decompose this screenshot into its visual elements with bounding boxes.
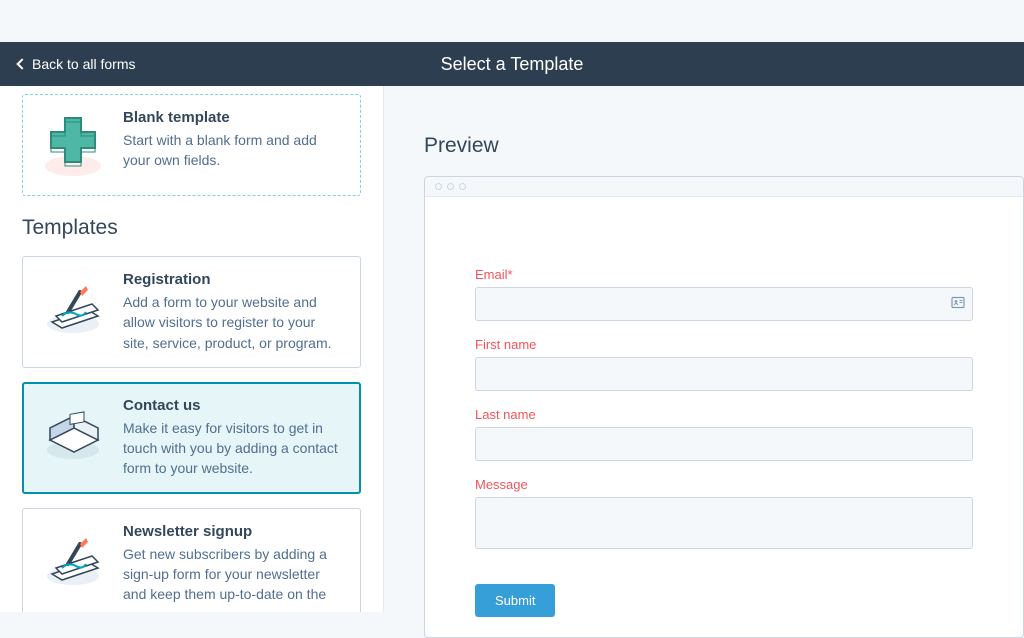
template-desc: Make it easy for visitors to get in touc… bbox=[123, 418, 344, 479]
template-card-contact-us[interactable]: Contact us Make it easy for visitors to … bbox=[22, 382, 361, 494]
template-title: Newsletter signup bbox=[123, 523, 344, 540]
browser-bar bbox=[425, 177, 1023, 197]
template-list-pane: Blank template Start with a blank form a… bbox=[0, 86, 384, 612]
chevron-left-icon bbox=[16, 58, 27, 69]
label-lastname: Last name bbox=[475, 407, 973, 422]
preview-title: Preview bbox=[424, 134, 1024, 158]
template-desc: Get new subscribers by adding a sign-up … bbox=[123, 544, 344, 605]
window-dot-icon bbox=[435, 183, 442, 190]
label-message: Message bbox=[475, 477, 973, 492]
contact-card-icon bbox=[951, 296, 965, 313]
blank-template-desc: Start with a blank form and add your own… bbox=[123, 130, 344, 171]
back-to-forms-link[interactable]: Back to all forms bbox=[0, 56, 135, 72]
field-email: Email* bbox=[475, 267, 973, 321]
field-firstname: First name bbox=[475, 337, 973, 391]
input-lastname[interactable] bbox=[475, 427, 973, 461]
field-message: Message bbox=[475, 477, 973, 554]
input-firstname[interactable] bbox=[475, 357, 973, 391]
window-dot-icon bbox=[447, 183, 454, 190]
template-card-registration[interactable]: Registration Add a form to your website … bbox=[22, 256, 361, 368]
main-layout: Blank template Start with a blank form a… bbox=[0, 86, 1024, 612]
blank-template-icon bbox=[37, 109, 109, 181]
preview-pane: Preview Email* First bbox=[384, 86, 1024, 612]
label-email: Email* bbox=[475, 267, 973, 282]
submit-button[interactable]: Submit bbox=[475, 584, 555, 617]
label-firstname: First name bbox=[475, 337, 973, 352]
contact-us-icon bbox=[37, 397, 109, 469]
preview-browser-frame: Email* First name Last name bbox=[424, 176, 1024, 638]
input-message[interactable] bbox=[475, 497, 973, 549]
blank-template-title: Blank template bbox=[123, 109, 344, 126]
page-title: Select a Template bbox=[441, 54, 584, 75]
blank-template-card[interactable]: Blank template Start with a blank form a… bbox=[22, 94, 361, 196]
template-title: Registration bbox=[123, 271, 344, 288]
newsletter-icon bbox=[37, 523, 109, 595]
header-bar: Back to all forms Select a Template bbox=[0, 42, 1024, 86]
registration-icon bbox=[37, 271, 109, 343]
window-dot-icon bbox=[459, 183, 466, 190]
templates-section-title: Templates bbox=[22, 216, 361, 240]
input-email[interactable] bbox=[475, 287, 973, 321]
template-desc: Add a form to your website and allow vis… bbox=[123, 292, 344, 353]
field-lastname: Last name bbox=[475, 407, 973, 461]
top-spacer bbox=[0, 0, 1024, 42]
back-label: Back to all forms bbox=[32, 56, 135, 72]
form-preview: Email* First name Last name bbox=[425, 197, 1023, 637]
template-card-newsletter[interactable]: Newsletter signup Get new subscribers by… bbox=[22, 508, 361, 612]
template-title: Contact us bbox=[123, 397, 344, 414]
